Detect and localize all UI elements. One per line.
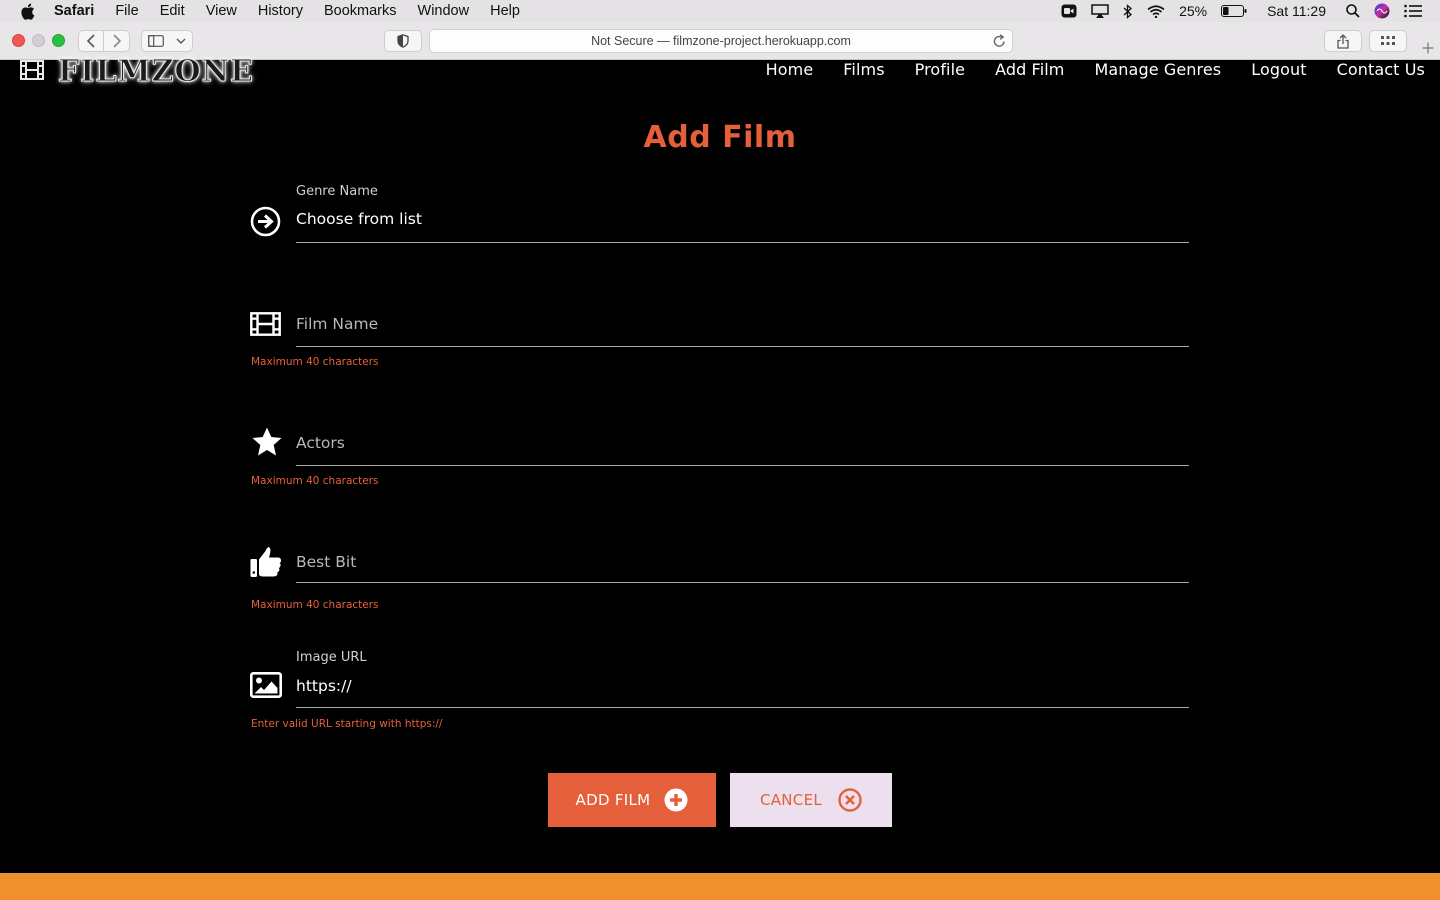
best-bit-input[interactable]: Best Bit	[296, 553, 356, 571]
menu-app-safari[interactable]: Safari	[54, 3, 94, 19]
nav-link-home[interactable]: Home	[766, 60, 814, 80]
tab-overview-button[interactable]	[1369, 30, 1407, 52]
nav-link-contact-us[interactable]: Contact Us	[1337, 60, 1425, 80]
reload-icon[interactable]	[993, 34, 1006, 51]
menu-window[interactable]: Window	[418, 3, 470, 19]
history-nav-group	[78, 30, 130, 52]
thumbs-up-icon	[250, 545, 282, 582]
film-name-field[interactable]: Film Name	[250, 308, 1190, 348]
menu-edit[interactable]: Edit	[160, 3, 185, 19]
nav-link-add-film[interactable]: Add Film	[995, 60, 1064, 80]
arrow-circle-right-icon	[250, 206, 281, 241]
chevron-down-icon	[176, 38, 186, 44]
menu-view[interactable]: View	[206, 3, 237, 19]
zoom-window-button[interactable]	[52, 34, 65, 47]
best-bit-underline	[296, 582, 1189, 583]
image-url-underline	[296, 707, 1189, 708]
chevron-right-icon	[112, 34, 121, 48]
actors-helper: Maximum 40 characters	[251, 475, 379, 487]
shield-icon	[397, 34, 409, 48]
cancel-button-label: CANCEL	[759, 791, 823, 809]
sidebar-icon	[148, 35, 164, 47]
macos-menu-bar: Safari File Edit View History Bookmarks …	[0, 0, 1440, 22]
genre-select-field[interactable]: Genre Name Choose from list	[250, 182, 1190, 244]
add-film-button-label: ADD FILM	[575, 791, 651, 809]
add-film-button[interactable]: ADD FILM	[548, 773, 716, 827]
close-circle-icon	[838, 788, 862, 812]
menubar-clock[interactable]: Sat 11:29	[1267, 3, 1326, 19]
star-icon	[250, 426, 284, 462]
web-page: FILMZONE Home Films Profile Add Film Man…	[0, 54, 1440, 900]
bluetooth-icon[interactable]	[1123, 3, 1133, 19]
close-window-button[interactable]	[12, 34, 25, 47]
film-logo-icon	[20, 60, 44, 84]
best-bit-field[interactable]: Best Bit	[250, 544, 1190, 584]
siri-icon[interactable]	[1374, 3, 1390, 19]
facetime-icon[interactable]	[1061, 4, 1077, 18]
site-navigation: Home Films Profile Add Film Manage Genre…	[766, 60, 1425, 80]
menu-bookmarks[interactable]: Bookmarks	[324, 3, 397, 19]
address-bar-text: Not Secure — filmzone-project.herokuapp.…	[591, 34, 851, 48]
back-button[interactable]	[79, 31, 105, 51]
image-url-input[interactable]: https://	[296, 677, 352, 695]
cancel-button[interactable]: CANCEL	[730, 773, 892, 827]
wifi-icon[interactable]	[1147, 4, 1165, 18]
forward-button[interactable]	[104, 31, 129, 51]
sidebar-toggle-button[interactable]	[141, 30, 193, 52]
best-bit-helper: Maximum 40 characters	[251, 599, 379, 611]
actors-underline	[296, 465, 1189, 466]
site-brand[interactable]: FILMZONE	[20, 54, 254, 89]
share-icon	[1337, 33, 1349, 49]
notification-center-icon[interactable]	[1404, 4, 1422, 18]
footer-bar	[0, 873, 1440, 900]
nav-link-profile[interactable]: Profile	[915, 60, 965, 80]
page-title: Add Film	[643, 120, 797, 155]
privacy-report-button[interactable]	[384, 30, 422, 52]
image-url-helper: Enter valid URL starting with https://	[251, 718, 443, 730]
brand-name: FILMZONE	[58, 54, 254, 89]
apple-icon[interactable]	[20, 3, 36, 20]
genre-select-value[interactable]: Choose from list	[296, 210, 422, 228]
image-url-label: Image URL	[296, 650, 367, 665]
new-tab-button[interactable]	[1417, 36, 1439, 60]
address-bar[interactable]: Not Secure — filmzone-project.herokuapp.…	[429, 29, 1013, 53]
actors-input[interactable]: Actors	[296, 434, 345, 452]
share-button[interactable]	[1324, 30, 1362, 52]
grid-icon	[1381, 36, 1395, 45]
film-name-input[interactable]: Film Name	[296, 315, 378, 333]
actors-field[interactable]: Actors	[250, 426, 1190, 466]
film-name-underline	[296, 346, 1189, 347]
battery-percent: 25%	[1179, 3, 1208, 19]
menu-history[interactable]: History	[258, 3, 303, 19]
menu-help[interactable]: Help	[490, 3, 520, 19]
image-icon	[249, 671, 282, 702]
genre-label: Genre Name	[296, 184, 378, 199]
film-name-helper: Maximum 40 characters	[251, 356, 379, 368]
plus-circle-icon	[664, 788, 688, 812]
plus-icon	[1422, 42, 1434, 54]
nav-link-films[interactable]: Films	[843, 60, 884, 80]
airplay-icon[interactable]	[1091, 4, 1109, 18]
battery-icon[interactable]	[1221, 5, 1247, 17]
menu-file[interactable]: File	[115, 3, 138, 19]
nav-link-logout[interactable]: Logout	[1251, 60, 1306, 80]
spotlight-search-icon[interactable]	[1346, 4, 1360, 18]
film-icon	[250, 312, 281, 340]
minimize-window-button[interactable]	[32, 34, 45, 47]
nav-link-manage-genres[interactable]: Manage Genres	[1094, 60, 1221, 80]
genre-underline	[296, 242, 1189, 243]
chevron-left-icon	[86, 34, 95, 48]
image-url-field[interactable]: Image URL https://	[249, 648, 1190, 710]
